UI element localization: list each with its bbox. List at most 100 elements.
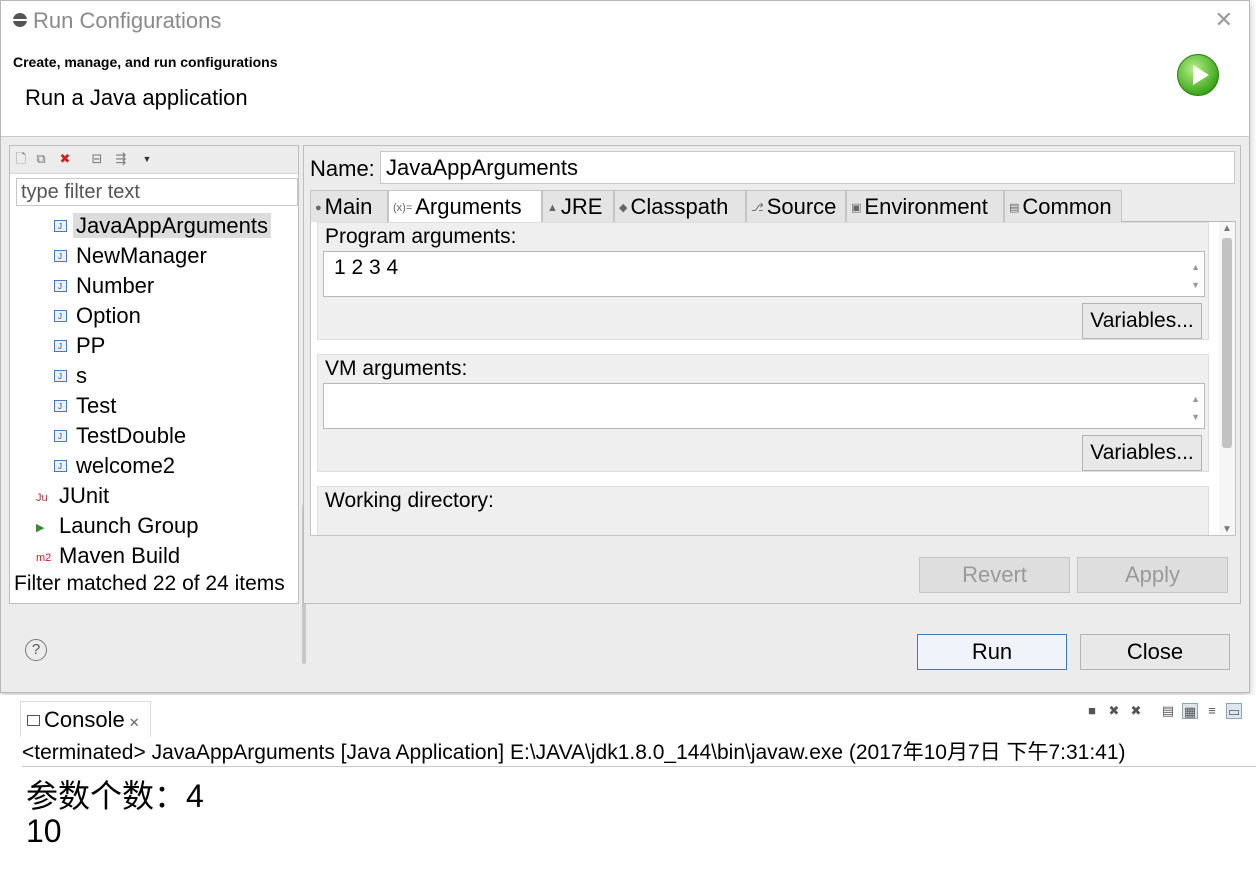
- java-application-icon: [54, 333, 67, 361]
- common-icon: ▤: [1009, 202, 1020, 214]
- scroll-up-icon[interactable]: ▲: [1222, 223, 1232, 234]
- configuration-tabs: ● Main (x)= Arguments ▲ JRE ◆ Classpath ⎇ Source ▣…: [310, 190, 1236, 223]
- console-icon: [27, 715, 40, 726]
- tree-category[interactable]: m2 Maven Build: [36, 542, 183, 570]
- junit-icon: Ju: [36, 492, 48, 504]
- terminate-icon[interactable]: ■: [1084, 703, 1100, 719]
- tab-environment[interactable]: ▣ Environment: [846, 190, 1004, 222]
- collapse-all-icon[interactable]: ⊟: [90, 152, 104, 166]
- tab-label: Main: [324, 194, 373, 219]
- tree-item[interactable]: NewManager: [54, 242, 210, 271]
- program-variables-button[interactable]: Variables...: [1082, 303, 1202, 339]
- console-toolbar: ■ ✖ ✖ ▤ ▦ ≡ ▭: [1084, 703, 1254, 723]
- filter-input[interactable]: [16, 178, 298, 206]
- display-console-icon[interactable]: ▭: [1226, 703, 1242, 719]
- close-icon[interactable]: ✕: [129, 715, 140, 730]
- tree-item-label: s: [76, 363, 87, 388]
- scroll-down-icon[interactable]: ▼: [1222, 524, 1232, 535]
- tree-item-label: welcome2: [76, 453, 176, 478]
- filter-status: Filter matched 22 of 24 items: [14, 572, 285, 595]
- new-configuration-icon[interactable]: 🗋: [14, 152, 28, 166]
- tree-item[interactable]: TestDouble: [54, 422, 189, 451]
- tree-category[interactable]: Ju JUnit: [36, 482, 112, 510]
- name-label: Name:: [310, 156, 375, 181]
- tree-item-label: Test: [76, 393, 117, 418]
- tree-item-label: Launch Group: [59, 513, 199, 538]
- revert-button[interactable]: Revert: [919, 557, 1070, 593]
- arguments-icon: (x)=: [393, 202, 413, 214]
- configurations-panel: 🗋 ⧉ ✖ ⊟ ⇶ ▼ JavaAppArguments NewManager Nu…: [9, 145, 306, 664]
- tree-item[interactable]: s: [54, 362, 90, 391]
- header-title: Create, manage, and run configurations: [13, 54, 278, 70]
- tab-source[interactable]: ⎇ Source: [746, 190, 846, 222]
- remove-all-icon[interactable]: ✖: [1128, 703, 1144, 719]
- vm-arguments-group: VM arguments: ▲ ▼ Variables...: [317, 354, 1209, 472]
- vm-variables-button[interactable]: Variables...: [1082, 435, 1202, 471]
- chevron-down-icon[interactable]: ▼: [140, 152, 154, 166]
- java-application-icon: [54, 273, 67, 301]
- textarea-scroll-arrows[interactable]: ▲ ▼: [1191, 258, 1200, 294]
- tree-item[interactable]: welcome2: [54, 452, 178, 481]
- run-button[interactable]: Run: [917, 634, 1067, 670]
- title-bar: Run Configurations ✕: [1, 1, 1249, 41]
- program-arguments-label: Program arguments:: [325, 225, 517, 248]
- tab-jre[interactable]: ▲ JRE: [542, 190, 614, 222]
- header-description: Run a Java application: [25, 85, 248, 110]
- filter-icon[interactable]: ⇶: [114, 152, 128, 166]
- tree-item-label: Option: [76, 303, 141, 328]
- tree-item-label: Maven Build: [59, 543, 181, 568]
- java-application-icon: [54, 393, 67, 421]
- tree-item[interactable]: Number: [54, 272, 157, 301]
- name-input[interactable]: [380, 151, 1235, 184]
- main-icon: ●: [315, 202, 322, 214]
- word-wrap-icon[interactable]: ≡: [1204, 703, 1220, 719]
- program-arguments-value: 1 2 3 4: [334, 256, 399, 279]
- delete-icon[interactable]: ✖: [58, 152, 72, 166]
- tab-label: Source: [766, 194, 837, 219]
- tab-label: JRE: [560, 194, 603, 219]
- configurations-toolbar: 🗋 ⧉ ✖ ⊟ ⇶ ▼: [10, 146, 298, 174]
- tab-main[interactable]: ● Main: [310, 190, 388, 222]
- tree-item-label: Number: [76, 273, 155, 298]
- tab-arguments[interactable]: (x)= Arguments: [388, 190, 542, 223]
- help-icon[interactable]: ?: [25, 639, 47, 661]
- program-arguments-group: Program arguments: 1 2 3 4 ▲ ▼ Variables.…: [317, 222, 1209, 340]
- scroll-thumb[interactable]: [1222, 238, 1232, 448]
- tab-label: Common: [1022, 194, 1112, 219]
- environment-icon: ▣: [851, 202, 862, 214]
- apply-button[interactable]: Apply: [1077, 557, 1228, 593]
- clear-console-icon[interactable]: ▤: [1160, 703, 1176, 719]
- java-application-icon: [54, 213, 67, 241]
- java-application-icon: [54, 243, 67, 271]
- console-tab[interactable]: Console ✕: [20, 701, 151, 737]
- java-application-icon: [54, 303, 67, 331]
- vm-arguments-input[interactable]: ▲ ▼: [323, 383, 1205, 429]
- tree-item[interactable]: PP: [54, 332, 108, 361]
- program-arguments-input[interactable]: 1 2 3 4 ▲ ▼: [323, 251, 1205, 297]
- close-button[interactable]: Close: [1080, 634, 1230, 670]
- tree-item-label: JUnit: [59, 483, 110, 508]
- tab-classpath[interactable]: ◆ Classpath: [614, 190, 746, 222]
- working-directory-group: Working directory:: [317, 486, 1209, 535]
- tab-label: Arguments: [415, 194, 522, 219]
- tree-item[interactable]: Option: [54, 302, 144, 331]
- duplicate-icon[interactable]: ⧉: [34, 152, 48, 166]
- console-tab-label: Console: [44, 707, 125, 732]
- tree-item-label: NewManager: [76, 243, 207, 268]
- close-icon[interactable]: ✕: [1215, 7, 1233, 33]
- vm-arguments-label: VM arguments:: [325, 357, 468, 380]
- tab-common[interactable]: ▤ Common: [1004, 190, 1122, 222]
- source-icon: ⎇: [751, 202, 764, 214]
- run-configurations-dialog: Run Configurations ✕ Create, manage, and…: [0, 0, 1250, 693]
- run-icon: [1177, 54, 1219, 96]
- scroll-lock-icon[interactable]: ▦: [1182, 703, 1198, 719]
- tree-category[interactable]: ▶ Launch Group: [36, 512, 201, 540]
- tree-item[interactable]: JavaAppArguments: [54, 212, 271, 241]
- textarea-scroll-arrows[interactable]: ▲ ▼: [1191, 390, 1200, 426]
- dialog-header: Create, manage, and run configurations R…: [1, 41, 1249, 137]
- content-scrollbar[interactable]: ▲ ▼: [1219, 222, 1235, 535]
- remove-launch-icon[interactable]: ✖: [1106, 703, 1122, 719]
- tree-item[interactable]: Test: [54, 392, 119, 421]
- launch-group-icon: ▶: [36, 522, 45, 534]
- java-application-icon: [54, 363, 67, 391]
